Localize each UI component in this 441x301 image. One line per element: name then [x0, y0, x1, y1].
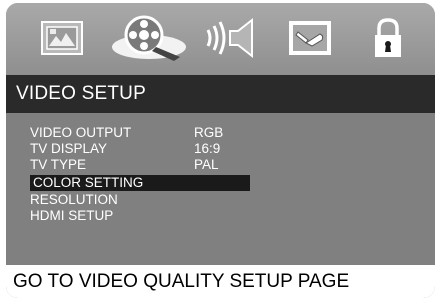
menu-item-label: HDMI SETUP [30, 208, 114, 223]
video-setup-icon[interactable] [110, 13, 188, 63]
menu-item-color-setting[interactable]: COLOR SETTING [30, 175, 250, 191]
menu-item-label: COLOR SETTING [33, 175, 144, 190]
menu-item-video-output[interactable]: VIDEO OUTPUT RGB [30, 125, 250, 141]
title-bar: VIDEO SETUP [6, 75, 435, 113]
help-bar: GO TO VIDEO QUALITY SETUP PAGE [6, 265, 435, 298]
menu-item-value: PAL [194, 157, 219, 172]
preference-setup-icon[interactable] [282, 13, 338, 63]
page-title: VIDEO SETUP [16, 83, 146, 104]
audio-setup-icon[interactable] [206, 13, 260, 63]
menu-item-tv-type[interactable]: TV TYPE PAL [30, 157, 250, 173]
general-setup-icon[interactable] [36, 13, 88, 63]
setup-menu-screen: VIDEO SETUP VIDEO OUTPUT RGB TV DISPLAY … [6, 3, 435, 298]
setup-icon-bar [6, 3, 435, 75]
menu-item-value: 16:9 [194, 141, 221, 156]
menu-item-label: RESOLUTION [30, 192, 118, 207]
password-lock-icon[interactable] [366, 13, 410, 63]
menu-item-hdmi-setup[interactable]: HDMI SETUP [30, 208, 250, 224]
menu-item-tv-display[interactable]: TV DISPLAY 16:9 [30, 141, 250, 157]
menu-item-value: RGB [194, 125, 224, 140]
menu-item-label: TV DISPLAY [30, 141, 108, 156]
help-text: GO TO VIDEO QUALITY SETUP PAGE [13, 271, 350, 292]
settings-menu: VIDEO OUTPUT RGB TV DISPLAY 16:9 TV TYPE… [6, 113, 435, 265]
menu-item-resolution[interactable]: RESOLUTION [30, 192, 250, 208]
menu-item-label: VIDEO OUTPUT [30, 125, 132, 140]
menu-item-label: TV TYPE [30, 157, 87, 172]
